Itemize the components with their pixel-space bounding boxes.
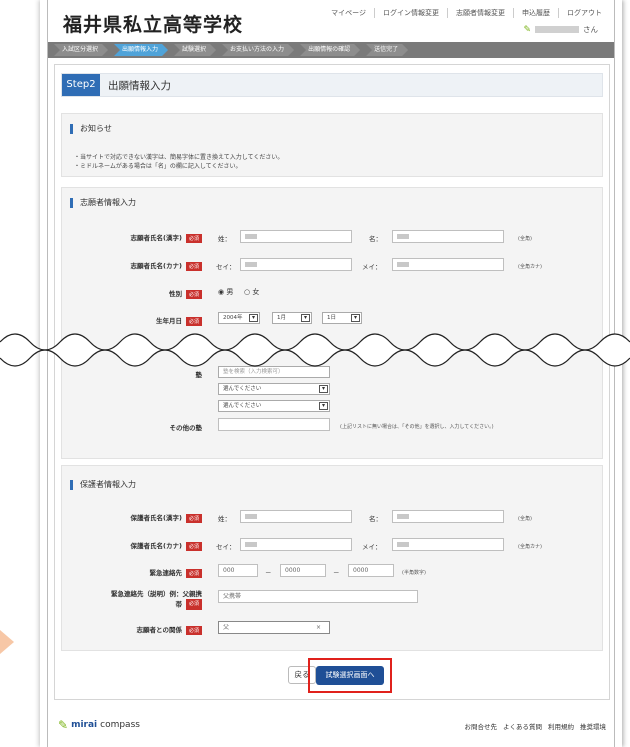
mei-kana-tag: メイ： (362, 263, 382, 271)
applicant-name-kanji-label: 志願者氏名(漢字) 必須 (102, 232, 202, 243)
hint-kana: (全角カナ) (518, 264, 542, 270)
footer-link-env[interactable]: 推奨環境 (580, 721, 606, 731)
juku-select-2[interactable]: 選んでください ▾ (218, 400, 330, 412)
logo-icon: ✎ (58, 718, 69, 732)
other-juku-label: その他の塾 (169, 424, 203, 432)
header: 福井県私立高等学校 マイページ ログイン情報変更 志願者情報変更 申込履歴 ログ… (48, 0, 614, 42)
guardian-mei-input[interactable] (392, 510, 504, 523)
footer-link-faq[interactable]: よくある質問 (503, 721, 542, 731)
page-cut-wave (0, 333, 630, 367)
emergency-contact-label: 緊急連絡先 必須 (102, 567, 202, 578)
main-content: Step2 出願情報入力 お知らせ ・当サイトで対応できない漢字は、簡易字体に置… (54, 64, 610, 700)
step-2-active: 出願情報入力 (114, 44, 168, 56)
user-info: ✎ さん (523, 24, 598, 35)
nav-logout[interactable]: ログアウト (558, 8, 610, 18)
step-4: お支払い方法の入力 (222, 44, 294, 56)
applicant-name-kana-label: 志願者氏名(カナ) 必須 (102, 260, 202, 271)
page-title: 出願情報入力 (108, 80, 171, 92)
other-juku-input[interactable] (218, 418, 330, 431)
phone-dash-2: － (333, 569, 340, 577)
user-suffix: さん (583, 25, 598, 34)
notice-line-1: ・当サイトで対応できない漢字は、簡易字体に置き換えて入力してください。 (74, 154, 284, 161)
step-3: 試験選択 (174, 44, 216, 56)
emergency-desc-label: 緊急連絡先（説明）例：父親携帯必須 (111, 590, 202, 610)
top-nav: マイページ ログイン情報変更 志願者情報変更 申込履歴 ログアウト (323, 8, 610, 18)
footer-link-contact[interactable]: お問合せ先 (465, 721, 498, 731)
guardian-section: 保護者情報入力 保護者氏名(漢字) 必須 姓： 名： (全角) 保護者氏名(カナ)… (61, 465, 603, 651)
user-icon: ✎ (523, 24, 531, 35)
guardian-sei-tag: 姓： (218, 515, 231, 523)
footer: ✎ mirai compass お問合せ先 よくある質問 利用規約 推奨環境 (48, 705, 614, 747)
footer-links: お問合せ先 よくある質問 利用規約 推奨環境 (465, 721, 607, 731)
guardian-mei-kana-input[interactable] (392, 538, 504, 551)
phone-dash-1: － (265, 569, 272, 577)
phone-hint: (半角数字) (402, 570, 426, 576)
other-juku-hint: (上記リストに無い場合は、「その他」を選択し、入力してください。) (340, 424, 494, 430)
clear-icon[interactable]: × (316, 622, 321, 633)
nav-history[interactable]: 申込履歴 (513, 8, 558, 18)
guardian-sei-kana-input[interactable] (240, 538, 352, 551)
relation-select[interactable]: 父 × (218, 621, 330, 634)
sei-kana-tag: セイ： (216, 263, 236, 271)
step-badge: Step2 (62, 74, 100, 96)
applicant-mei-kana-input[interactable] (392, 258, 504, 271)
juku-select-1[interactable]: 選んでください ▾ (218, 383, 330, 395)
step-5: 出願情報の確認 (300, 44, 360, 56)
notice-heading: お知らせ (70, 124, 112, 134)
footer-link-terms[interactable]: 利用規約 (548, 721, 574, 731)
sei-tag: 姓： (218, 235, 231, 243)
applicant-heading: 志願者情報入力 (70, 198, 136, 208)
guardian-mei-tag: 名： (369, 515, 382, 523)
applicant-mei-input[interactable] (392, 230, 504, 243)
nav-mypage[interactable]: マイページ (323, 8, 374, 18)
nav-applicant-info[interactable]: 志願者情報変更 (447, 8, 513, 18)
guardian-name-kanji-label: 保護者氏名(漢字) 必須 (102, 512, 202, 523)
step-6: 送信完了 (366, 44, 408, 56)
phone-part-2[interactable]: 0000 (280, 564, 326, 577)
hint-fullwidth: (全角) (518, 236, 532, 242)
relation-label: 志願者との関係 必須 (102, 624, 202, 635)
gender-female-radio[interactable]: ○ 女 (244, 287, 259, 297)
chevron-down-icon: ▾ (319, 402, 328, 410)
next-button-highlight: 試験選択画面へ (308, 658, 392, 693)
chevron-down-icon: ▾ (319, 385, 328, 393)
required-badge: 必須 (185, 233, 202, 243)
applicant-sei-input[interactable] (240, 230, 352, 243)
mei-tag: 名： (369, 235, 382, 243)
notice-line-2: ・ミドルネームがある場合は「名」の欄に記入してください。 (74, 163, 242, 170)
gender-label: 性別 必須 (102, 288, 202, 299)
guardian-sei-kana-tag: セイ： (216, 543, 236, 551)
nav-login-info[interactable]: ログイン情報変更 (374, 8, 447, 18)
guardian-mei-kana-tag: メイ： (362, 543, 382, 551)
gender-male-radio[interactable]: ◉ 男 (218, 287, 233, 297)
phone-part-1[interactable]: 000 (218, 564, 258, 577)
guardian-hint-fullwidth: (全角) (518, 516, 532, 522)
guardian-name-kana-label: 保護者氏名(カナ) 必須 (102, 540, 202, 551)
guardian-sei-input[interactable] (240, 510, 352, 523)
guardian-heading: 保護者情報入力 (70, 480, 136, 490)
miraicompass-logo: ✎ mirai compass (58, 718, 140, 732)
next-button[interactable]: 試験選択画面へ (316, 666, 384, 685)
pointer-arrow-decoration (0, 630, 14, 654)
phone-part-3[interactable]: 0000 (348, 564, 394, 577)
school-title: 福井県私立高等学校 (63, 14, 244, 36)
user-name-redacted (535, 26, 579, 33)
step-1: 入試区分選択 (54, 44, 108, 56)
applicant-sei-kana-input[interactable] (240, 258, 352, 271)
emergency-desc-input[interactable]: 父携帯 (218, 590, 418, 603)
notice-section: お知らせ ・当サイトで対応できない漢字は、簡易字体に置き換えて入力してください。… (61, 113, 603, 177)
guardian-hint-kana: (全角カナ) (518, 544, 542, 550)
page-title-bar: Step2 出願情報入力 (61, 73, 603, 97)
progress-steps: 入試区分選択 出願情報入力 試験選択 お支払い方法の入力 出願情報の確認 送信完… (48, 42, 614, 58)
